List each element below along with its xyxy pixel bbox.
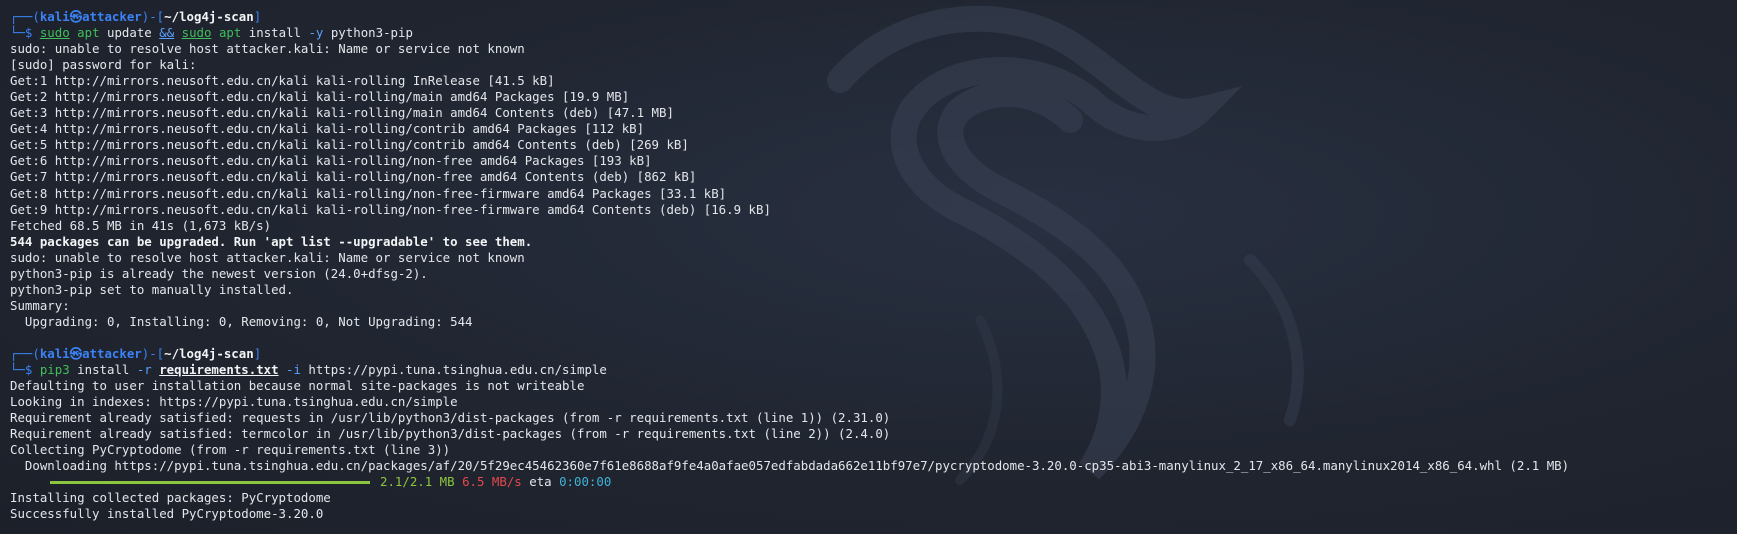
terminal-window[interactable]: ┌──(kali㉿attacker)-[~/log4j-scan] └─$ su… — [0, 0, 1737, 534]
output-line: Get:3 http://mirrors.neusoft.edu.cn/kali… — [10, 105, 674, 121]
progress-eta: 0:00:00 — [559, 474, 612, 490]
output-line: Requirement already satisfied: requests … — [10, 410, 891, 426]
output-line: Requirement already satisfied: termcolor… — [10, 426, 891, 442]
output-line: Get:2 http://mirrors.neusoft.edu.cn/kali… — [10, 89, 630, 105]
output-line: [sudo] password for kali: — [10, 57, 197, 73]
output-line: Get:8 http://mirrors.neusoft.edu.cn/kali… — [10, 185, 727, 201]
upgrade-notice: 544 packages can be upgraded. Run 'apt l… — [10, 233, 533, 249]
prompt-path: ~/log4j-scan — [164, 345, 254, 361]
output-line: sudo: unable to resolve host attacker.ka… — [10, 41, 525, 57]
progress-size: 2.1/2.1 MB — [380, 474, 455, 490]
output-line: python3-pip is already the newest versio… — [10, 265, 428, 281]
output-line: Upgrading: 0, Installing: 0, Removing: 0… — [10, 313, 473, 329]
output-line: Get:5 http://mirrors.neusoft.edu.cn/kali… — [10, 137, 689, 153]
command-line-1[interactable]: └─$ sudo apt update && sudo apt install … — [10, 25, 1737, 41]
output-line: Get:7 http://mirrors.neusoft.edu.cn/kali… — [10, 169, 697, 185]
prompt-host: attacker — [82, 345, 142, 361]
output-line: Successfully installed PyCryptodome-3.20… — [10, 506, 324, 522]
output-line: Get:6 http://mirrors.neusoft.edu.cn/kali… — [10, 153, 652, 169]
terminal-output: ┌──(kali㉿attacker)-[~/log4j-scan] └─$ su… — [10, 9, 1737, 523]
progress-speed: 6.5 MB/s — [462, 474, 522, 490]
command-line-2[interactable]: └─$ pip3 install -r requirements.txt -i … — [10, 362, 1737, 378]
prompt-line-top: ┌──(kali㉿attacker)-[~/log4j-scan] — [10, 345, 262, 361]
progress-line: 2.1/2.1 MB 6.5 MB/s eta 0:00:00 — [10, 474, 1737, 490]
output-line: Installing collected packages: PyCryptod… — [10, 490, 331, 506]
output-line: Get:1 http://mirrors.neusoft.edu.cn/kali… — [10, 73, 555, 89]
output-line: sudo: unable to resolve host attacker.ka… — [10, 249, 525, 265]
output-line: Defaulting to user installation because … — [10, 378, 585, 394]
prompt-line-top: ┌──(kali㉿attacker)-[~/log4j-scan] — [10, 9, 262, 24]
prompt-user: kali — [39, 9, 70, 24]
output-line: Collecting PyCryptodome (from -r require… — [10, 442, 451, 458]
prompt-host: attacker — [82, 9, 142, 24]
prompt-user: kali — [39, 345, 70, 361]
output-line: Get:4 http://mirrors.neusoft.edu.cn/kali… — [10, 121, 645, 137]
output-line: Summary: — [10, 297, 70, 313]
output-line: Downloading https://pypi.tuna.tsinghua.e… — [10, 458, 1570, 474]
progress-eta-label: eta — [529, 474, 552, 490]
prompt-path: ~/log4j-scan — [164, 9, 254, 24]
output-line: python3-pip set to manually installed. — [10, 281, 294, 297]
output-line: Looking in indexes: https://pypi.tuna.ts… — [10, 394, 458, 410]
output-line: Fetched 68.5 MB in 41s (1,673 kB/s) — [10, 217, 272, 233]
download-progress-bar — [50, 481, 370, 485]
requirements-file: requirements.txt — [159, 362, 279, 378]
output-line: Get:9 http://mirrors.neusoft.edu.cn/kali… — [10, 201, 771, 217]
